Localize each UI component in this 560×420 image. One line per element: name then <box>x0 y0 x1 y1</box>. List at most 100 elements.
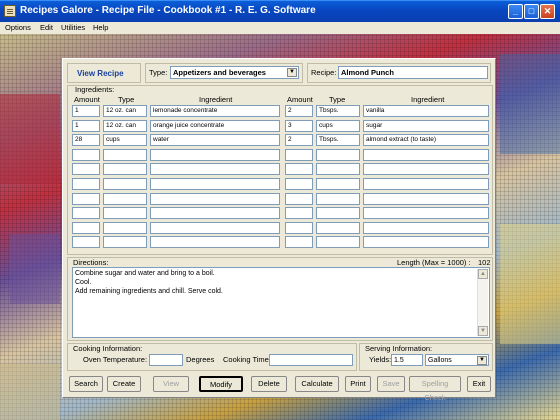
ingredient-type-cell[interactable] <box>103 221 147 234</box>
ingredient-amount-cell[interactable]: 1 <box>72 119 100 132</box>
ingredient-ingredient-cell[interactable]: vanilla <box>363 105 489 117</box>
ingredient-amount-cell[interactable] <box>285 236 313 249</box>
window-title: Recipes Galore - Recipe File - Cookbook … <box>20 5 316 16</box>
ingredient-type-cell[interactable] <box>316 148 360 161</box>
ingredient-ingredient-cell[interactable] <box>150 163 280 176</box>
ingredient-ingredient-cell[interactable] <box>150 221 280 234</box>
delete-button[interactable]: Delete <box>251 376 287 392</box>
ingredient-ingredient-cell[interactable] <box>363 221 489 234</box>
directions-textarea[interactable]: Combine sugar and water and bring to a b… <box>72 267 490 338</box>
ingredient-amount-cell[interactable] <box>72 178 100 190</box>
yields-field[interactable]: 1.5 <box>391 354 423 366</box>
ingredient-ingredient-cell[interactable] <box>363 163 489 176</box>
yield-unit-select[interactable]: Gallons ▼ <box>425 354 489 366</box>
ingredient-type-cell[interactable] <box>316 236 360 249</box>
ingredient-type-cell[interactable] <box>103 163 147 176</box>
menu-edit[interactable]: Edit <box>40 23 53 32</box>
calculate-button[interactable]: Calculate <box>295 376 339 392</box>
app-icon[interactable] <box>4 5 16 17</box>
ingredient-ingredient-cell[interactable] <box>150 148 280 161</box>
ingredient-amount-cell[interactable] <box>72 236 100 249</box>
ingredient-ingredient-cell[interactable]: water <box>150 134 280 147</box>
ingredient-type-cell[interactable] <box>316 192 360 205</box>
ingredient-type-cell[interactable]: 12 oz. can <box>103 119 147 132</box>
ingredient-ingredient-cell[interactable]: lemonade concentrate <box>150 105 280 117</box>
ingredient-amount-cell[interactable] <box>72 163 100 176</box>
close-button[interactable]: ✕ <box>540 4 555 19</box>
ingredient-type-cell[interactable] <box>103 236 147 249</box>
ingredient-amount-cell[interactable] <box>72 148 100 161</box>
ingredient-ingredient-cell[interactable] <box>363 236 489 249</box>
minimize-button[interactable]: _ <box>508 4 523 19</box>
ingredient-amount-cell[interactable] <box>72 221 100 234</box>
ingredient-amount-cell[interactable] <box>72 192 100 205</box>
modify-button[interactable]: Modify <box>199 376 243 392</box>
ingredient-type-cell[interactable]: Tbsps. <box>316 134 360 147</box>
yields-label: Yields: <box>369 355 392 364</box>
exit-button[interactable]: Exit <box>467 376 491 392</box>
save-button[interactable]: Save <box>377 376 405 392</box>
menu-utilities[interactable]: Utilities <box>61 23 85 32</box>
chevron-down-icon[interactable]: ▼ <box>287 68 297 77</box>
view-button[interactable]: View <box>153 376 189 392</box>
ingredient-ingredient-cell[interactable] <box>150 178 280 190</box>
ingredient-ingredient-cell[interactable]: sugar <box>363 119 489 132</box>
ingredient-type-cell[interactable] <box>103 178 147 190</box>
ingredient-amount-cell[interactable] <box>285 148 313 161</box>
ingredient-amount-cell[interactable] <box>72 207 100 220</box>
ingredient-type-cell[interactable] <box>316 163 360 176</box>
ingredient-type-cell[interactable] <box>316 207 360 220</box>
ingredient-ingredient-cell[interactable]: almond extract (to taste) <box>363 134 489 147</box>
ingredient-amount-cell[interactable] <box>285 163 313 176</box>
ingredient-amount-cell[interactable] <box>285 192 313 205</box>
directions-label: Directions: <box>73 258 109 267</box>
scroll-up-icon[interactable]: ▲ <box>478 269 488 279</box>
scroll-down-icon[interactable]: ▼ <box>478 326 488 336</box>
type-select[interactable]: Appetizers and beverages ▼ <box>170 66 299 79</box>
recipe-panel: View Recipe Type: Appetizers and beverag… <box>62 58 496 402</box>
ingredient-type-cell[interactable] <box>316 178 360 190</box>
ingredient-ingredient-cell[interactable]: orange juice concentrate <box>150 119 280 132</box>
cooking-time-label: Cooking Time: <box>223 355 271 364</box>
ingredient-type-cell[interactable] <box>316 221 360 234</box>
col-amount-left: Amount <box>74 95 100 104</box>
ingredient-type-cell[interactable]: cups <box>316 119 360 132</box>
chevron-down-icon[interactable]: ▼ <box>477 356 487 365</box>
ingredient-amount-cell[interactable] <box>285 178 313 190</box>
ingredient-amount-cell[interactable]: 28 <box>72 134 100 147</box>
menu-options[interactable]: Options <box>5 23 31 32</box>
ingredient-type-cell[interactable]: Tbsps. <box>316 105 360 117</box>
ingredient-type-cell[interactable]: 12 oz. can <box>103 105 147 117</box>
ingredient-type-cell[interactable] <box>103 207 147 220</box>
ingredient-amount-cell[interactable]: 3 <box>285 119 313 132</box>
ingredient-type-cell[interactable] <box>103 192 147 205</box>
ingredient-ingredient-cell[interactable] <box>363 207 489 220</box>
oven-temp-field[interactable] <box>149 354 183 366</box>
ingredient-amount-cell[interactable] <box>285 207 313 220</box>
ingredient-amount-cell[interactable]: 1 <box>72 105 100 117</box>
search-button[interactable]: Search <box>69 376 103 392</box>
cooking-time-field[interactable] <box>269 354 353 366</box>
ingredient-ingredient-cell[interactable] <box>150 236 280 249</box>
directions-line: Combine sugar and water and bring to a b… <box>75 270 215 277</box>
ingredient-amount-cell[interactable] <box>285 221 313 234</box>
create-button[interactable]: Create <box>107 376 141 392</box>
print-button[interactable]: Print <box>345 376 371 392</box>
ingredient-ingredient-cell[interactable] <box>150 207 280 220</box>
ingredient-ingredient-cell[interactable] <box>363 192 489 205</box>
ingredient-type-cell[interactable]: cups <box>103 134 147 147</box>
ingredient-amount-cell[interactable]: 2 <box>285 105 313 117</box>
col-ingredient-left: Ingredient <box>199 95 233 104</box>
directions-scrollbar[interactable]: ▲ ▼ <box>477 269 488 336</box>
ingredient-amount-cell[interactable]: 2 <box>285 134 313 147</box>
ingredient-ingredient-cell[interactable] <box>363 148 489 161</box>
ingredient-type-cell[interactable] <box>103 148 147 161</box>
recipe-name-field[interactable]: Almond Punch <box>338 66 488 79</box>
ingredient-ingredient-cell[interactable] <box>363 178 489 190</box>
title-bar[interactable]: Recipes Galore - Recipe File - Cookbook … <box>0 0 560 22</box>
maximize-button[interactable]: □ <box>524 4 539 19</box>
type-label: Type: <box>149 68 168 77</box>
ingredient-ingredient-cell[interactable] <box>150 192 280 205</box>
menu-help[interactable]: Help <box>93 23 108 32</box>
spelling-check-button[interactable]: Spelling Check <box>409 376 461 402</box>
